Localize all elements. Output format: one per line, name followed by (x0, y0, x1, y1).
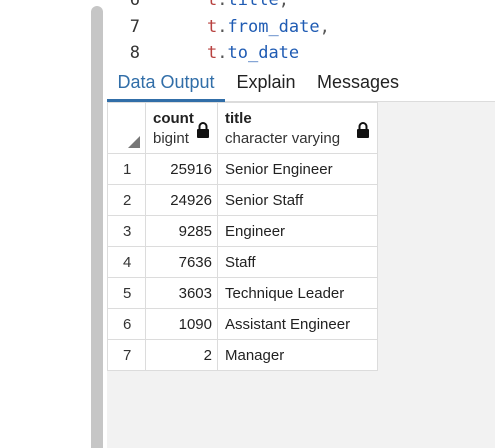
column-header-count[interactable]: count bigint (145, 102, 218, 154)
select-all-icon (128, 136, 140, 148)
data-output-grid: count bigint title character varying 1 2… (107, 102, 378, 371)
editor-scrollbar-gutter[interactable] (91, 6, 103, 448)
row-number[interactable]: 6 (107, 308, 146, 340)
row-number[interactable]: 7 (107, 339, 146, 371)
line-number: 8 (129, 43, 140, 63)
cell-count[interactable]: 2 (145, 339, 218, 371)
table-row[interactable]: 7 2 Manager (107, 339, 378, 371)
cell-title[interactable]: Manager (217, 339, 378, 371)
cell-title[interactable]: Assistant Engineer (217, 308, 378, 340)
row-number[interactable]: 2 (107, 184, 146, 216)
column-name: title (225, 110, 252, 127)
row-number[interactable]: 4 (107, 246, 146, 278)
cell-count[interactable]: 24926 (145, 184, 218, 216)
code-line: 8 t.to_date (103, 40, 495, 65)
cell-count[interactable]: 3603 (145, 277, 218, 309)
lock-icon (357, 122, 369, 138)
cell-title[interactable]: Staff (217, 246, 378, 278)
row-number[interactable]: 5 (107, 277, 146, 309)
code-text: t.to_date (207, 43, 300, 63)
line-number: 6 (129, 0, 140, 10)
cell-count[interactable]: 25916 (145, 153, 218, 185)
grid-header-row: count bigint title character varying (107, 102, 378, 154)
cell-title[interactable]: Engineer (217, 215, 378, 247)
tab-explain[interactable]: Explain (231, 65, 301, 101)
code-text: t.from_date, (207, 17, 330, 37)
table-row[interactable]: 4 7636 Staff (107, 246, 378, 278)
cell-count[interactable]: 7636 (145, 246, 218, 278)
cell-title[interactable]: Senior Staff (217, 184, 378, 216)
row-number[interactable]: 1 (107, 153, 146, 185)
cell-title[interactable]: Technique Leader (217, 277, 378, 309)
results-panel: Data Output Explain Messages count bigin… (107, 65, 495, 448)
line-number: 7 (129, 17, 140, 37)
results-tab-bar: Data Output Explain Messages (107, 65, 495, 102)
sql-editor[interactable]: 6 t.title, 7 t.from_date, 8 t.to_date (103, 0, 495, 65)
table-row[interactable]: 3 9285 Engineer (107, 215, 378, 247)
code-line: 7 t.from_date, (103, 14, 495, 40)
cell-title[interactable]: Senior Engineer (217, 153, 378, 185)
code-line: 6 t.title, (103, 0, 495, 13)
column-type: character varying (225, 130, 341, 147)
table-row[interactable]: 6 1090 Assistant Engineer (107, 308, 378, 340)
table-row[interactable]: 2 24926 Senior Staff (107, 184, 378, 216)
tab-messages[interactable]: Messages (313, 65, 403, 101)
select-all-corner[interactable] (107, 102, 146, 154)
cell-count[interactable]: 1090 (145, 308, 218, 340)
row-number[interactable]: 3 (107, 215, 146, 247)
lock-icon (197, 122, 209, 138)
tab-data-output[interactable]: Data Output (107, 65, 225, 102)
cell-count[interactable]: 9285 (145, 215, 218, 247)
table-row[interactable]: 1 25916 Senior Engineer (107, 153, 378, 185)
column-header-title[interactable]: title character varying (217, 102, 378, 154)
table-row[interactable]: 5 3603 Technique Leader (107, 277, 378, 309)
code-text: t.title, (207, 0, 289, 10)
